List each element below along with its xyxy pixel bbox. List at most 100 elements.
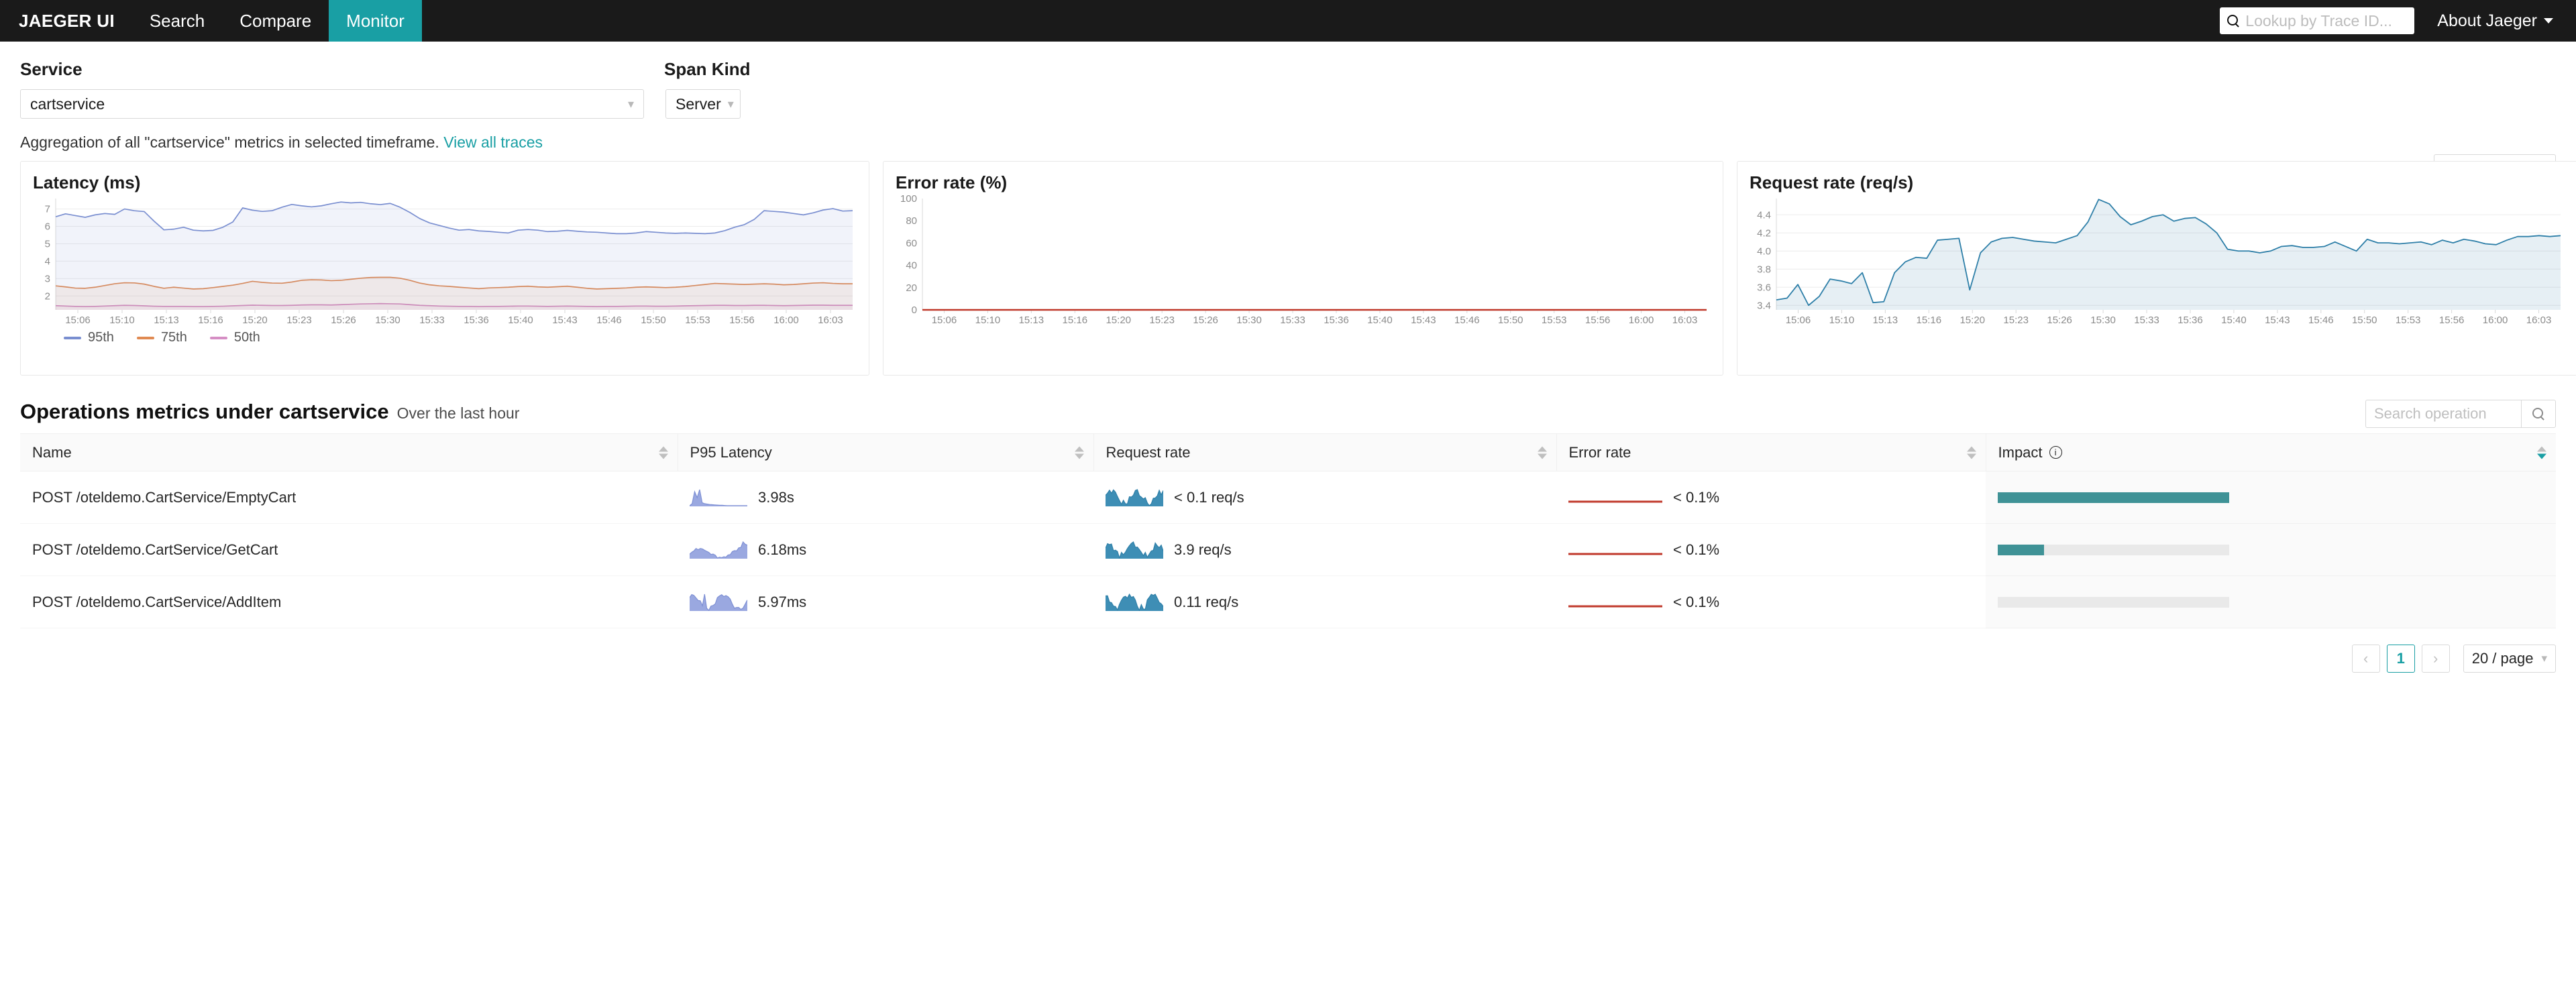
svg-text:15:43: 15:43 [1411, 315, 1436, 326]
cell-request-rate: 0.11 req/s [1093, 575, 1556, 628]
svg-text:15:50: 15:50 [641, 315, 666, 326]
cell-error-rate: < 0.1% [1556, 471, 1986, 524]
view-all-traces-link[interactable]: View all traces [443, 133, 543, 151]
svg-text:15:16: 15:16 [1063, 315, 1088, 326]
sort-toggle-name[interactable] [658, 446, 668, 459]
legend-item-50th[interactable]: 50th [209, 330, 260, 345]
svg-text:15:30: 15:30 [375, 315, 400, 326]
svg-text:15:56: 15:56 [729, 315, 755, 326]
svg-text:3: 3 [45, 273, 50, 284]
svg-text:16:03: 16:03 [2526, 315, 2552, 326]
cell-p95-latency: 3.98s [678, 471, 1093, 524]
pagination-page-1[interactable]: 1 [2386, 645, 2415, 673]
impact-bar [1998, 596, 2229, 608]
column-header-request-rate[interactable]: Request rate [1093, 433, 1556, 471]
svg-text:4.4: 4.4 [1757, 209, 1771, 221]
aggregation-description: Aggregation of all "cartservice" metrics… [20, 133, 2556, 152]
legend-label-95th: 95th [88, 330, 114, 345]
nav-tab-monitor[interactable]: Monitor [329, 0, 422, 42]
sort-toggle-impact[interactable] [2537, 446, 2546, 459]
p95-latency-metric: 3.98s [690, 489, 1081, 506]
column-label-request-rate: Request rate [1106, 443, 1191, 461]
operations-title: Operations metrics under cartservice [20, 400, 389, 423]
cell-operation-name: POST /oteldemo.CartService/AddItem [20, 575, 678, 628]
metrics-cards-row: Latency (ms) 2 3 4 5 6 7 15:06 15:10 15:13 15:16 1… [0, 152, 2576, 376]
svg-text:16:00: 16:00 [1629, 315, 1654, 326]
pagination-next-button[interactable]: › [2421, 645, 2450, 673]
svg-text:4.0: 4.0 [1757, 245, 1771, 257]
latency-chart-card: Latency (ms) 2 3 4 5 6 7 15:06 15:10 15:13 15:16 1… [20, 161, 869, 376]
svg-text:2: 2 [45, 290, 50, 302]
chevron-down-icon [2544, 18, 2553, 23]
svg-text:16:03: 16:03 [818, 315, 843, 326]
operation-name[interactable]: POST /oteldemo.CartService/AddItem [32, 594, 281, 610]
nav-tab-compare[interactable]: Compare [222, 0, 329, 42]
error-rate-chart-svg: 0 20 40 60 80 100 15:06 15:10 15:13 15:16 15:20 15:… [900, 194, 1707, 326]
app-logo[interactable]: JAEGER UI [0, 0, 132, 42]
page-size-select[interactable]: 20 / page ▾ [2463, 645, 2556, 673]
chevron-down-icon: ▾ [2541, 652, 2547, 665]
nav-tab-search[interactable]: Search [132, 0, 222, 42]
span-kind-select[interactable]: Server ▾ [665, 89, 741, 119]
about-jaeger-menu[interactable]: About Jaeger [2437, 11, 2553, 31]
operation-search[interactable] [2365, 400, 2556, 428]
trace-id-search[interactable]: Lookup by Trace ID... [2220, 7, 2415, 34]
table-row[interactable]: POST /oteldemo.CartService/AddItem 5.97ms… [20, 575, 2556, 628]
operations-metrics-table: Name P95 Latency Request rate Error rate [20, 433, 2556, 628]
table-row[interactable]: POST /oteldemo.CartService/EmptyCart 3.98… [20, 471, 2556, 524]
cell-p95-latency: 5.97ms [678, 575, 1093, 628]
p95-latency-metric: 6.18ms [690, 541, 1081, 559]
info-icon[interactable]: i [2049, 446, 2062, 459]
error-rate-metric: < 0.1% [1568, 594, 1974, 611]
legend-item-95th[interactable]: 95th [64, 330, 114, 345]
service-select[interactable]: cartservice ▾ [20, 89, 644, 119]
latency-chart-svg: 2 3 4 5 6 7 15:06 15:10 15:13 15:16 15:20 15:23 15:2… [45, 199, 853, 326]
impact-bar-fill [1998, 544, 2044, 555]
chevron-down-icon: ▾ [627, 97, 634, 111]
svg-text:80: 80 [906, 215, 917, 227]
column-header-name[interactable]: Name [20, 433, 678, 471]
cell-error-rate: < 0.1% [1556, 575, 1986, 628]
search-operation-button[interactable] [2521, 400, 2556, 428]
error-rate-plot: 0 20 40 60 80 100 15:06 15:10 15:13 15:16 15:20 15:… [896, 194, 1711, 329]
svg-text:15:16: 15:16 [198, 315, 223, 326]
search-icon [2226, 14, 2240, 27]
span-kind-select-value: Server [676, 95, 721, 113]
column-header-error-rate[interactable]: Error rate [1556, 433, 1986, 471]
p95-latency-metric: 5.97ms [690, 594, 1081, 611]
svg-text:15:06: 15:06 [1786, 315, 1811, 326]
column-label-error-rate: Error rate [1568, 443, 1631, 461]
operation-name[interactable]: POST /oteldemo.CartService/EmptyCart [32, 489, 296, 506]
svg-text:15:36: 15:36 [1324, 315, 1349, 326]
request-rate-metric: < 0.1 req/s [1106, 489, 1544, 506]
svg-text:7: 7 [45, 204, 50, 215]
sort-toggle-p95-latency[interactable] [1074, 446, 1084, 459]
svg-text:15:40: 15:40 [1367, 315, 1393, 326]
latency-chart-title: Latency (ms) [33, 172, 141, 192]
svg-text:20: 20 [906, 282, 917, 294]
cell-operation-name: POST /oteldemo.CartService/GetCart [20, 523, 678, 576]
error-rate-metric: < 0.1% [1568, 489, 1974, 506]
span-kind-label: Span Kind [664, 59, 751, 79]
cell-impact [1986, 471, 2556, 524]
operation-name[interactable]: POST /oteldemo.CartService/GetCart [32, 541, 278, 558]
svg-text:3.6: 3.6 [1757, 282, 1771, 293]
search-operation-input[interactable] [2365, 400, 2521, 428]
sort-toggle-error-rate[interactable] [1966, 446, 1976, 459]
trace-id-search-placeholder: Lookup by Trace ID... [2245, 11, 2392, 30]
sort-toggle-request-rate[interactable] [1537, 446, 1547, 459]
column-header-impact[interactable]: Impact i [1985, 433, 2556, 471]
table-row[interactable]: POST /oteldemo.CartService/GetCart 6.18ms… [20, 523, 2556, 576]
svg-text:15:43: 15:43 [552, 315, 578, 326]
latency-legend: 95th 75th 50th [33, 330, 857, 345]
request-rate-value: 3.9 req/s [1174, 541, 1232, 558]
controls-panel: Service Span Kind cartservice ▾ Server ▾… [0, 42, 2576, 184]
svg-text:15:20: 15:20 [242, 315, 268, 326]
pagination-prev-button[interactable]: ‹ [2351, 645, 2380, 673]
impact-bar [1998, 492, 2229, 503]
svg-text:15:20: 15:20 [1106, 315, 1131, 326]
column-header-p95-latency[interactable]: P95 Latency [677, 433, 1093, 471]
legend-item-75th[interactable]: 75th [136, 330, 187, 345]
cell-impact [1986, 523, 2556, 576]
aggregation-text: Aggregation of all "cartservice" metrics… [20, 133, 439, 151]
